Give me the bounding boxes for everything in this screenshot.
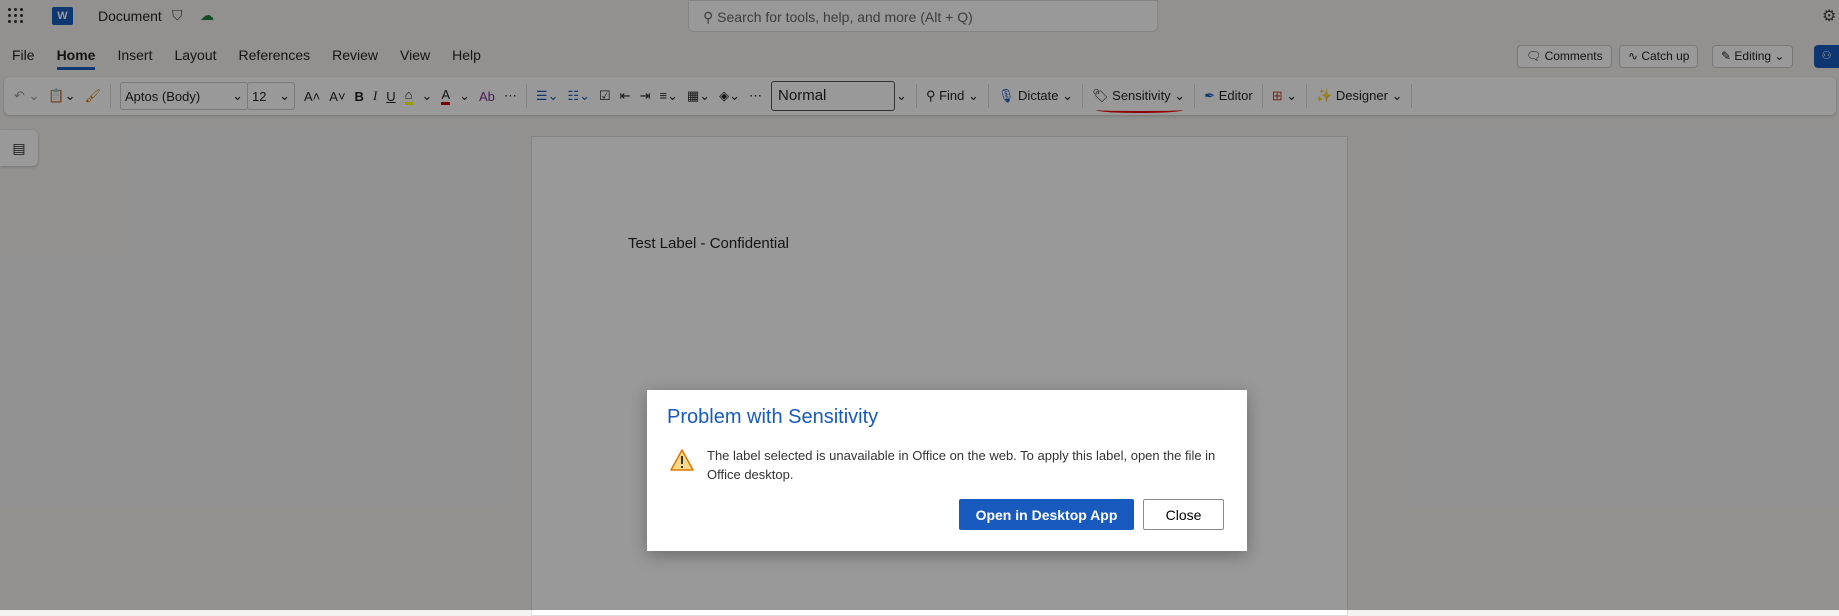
close-button[interactable]: Close: [1143, 499, 1224, 530]
open-in-desktop-app-button[interactable]: Open in Desktop App: [959, 499, 1134, 530]
dialog-title: Problem with Sensitivity: [667, 406, 879, 428]
warning-icon: [670, 449, 694, 471]
dialog-message: The label selected is unavailable in Off…: [707, 448, 1216, 482]
problem-dialog: Problem with Sensitivity The label selec…: [647, 390, 1247, 551]
